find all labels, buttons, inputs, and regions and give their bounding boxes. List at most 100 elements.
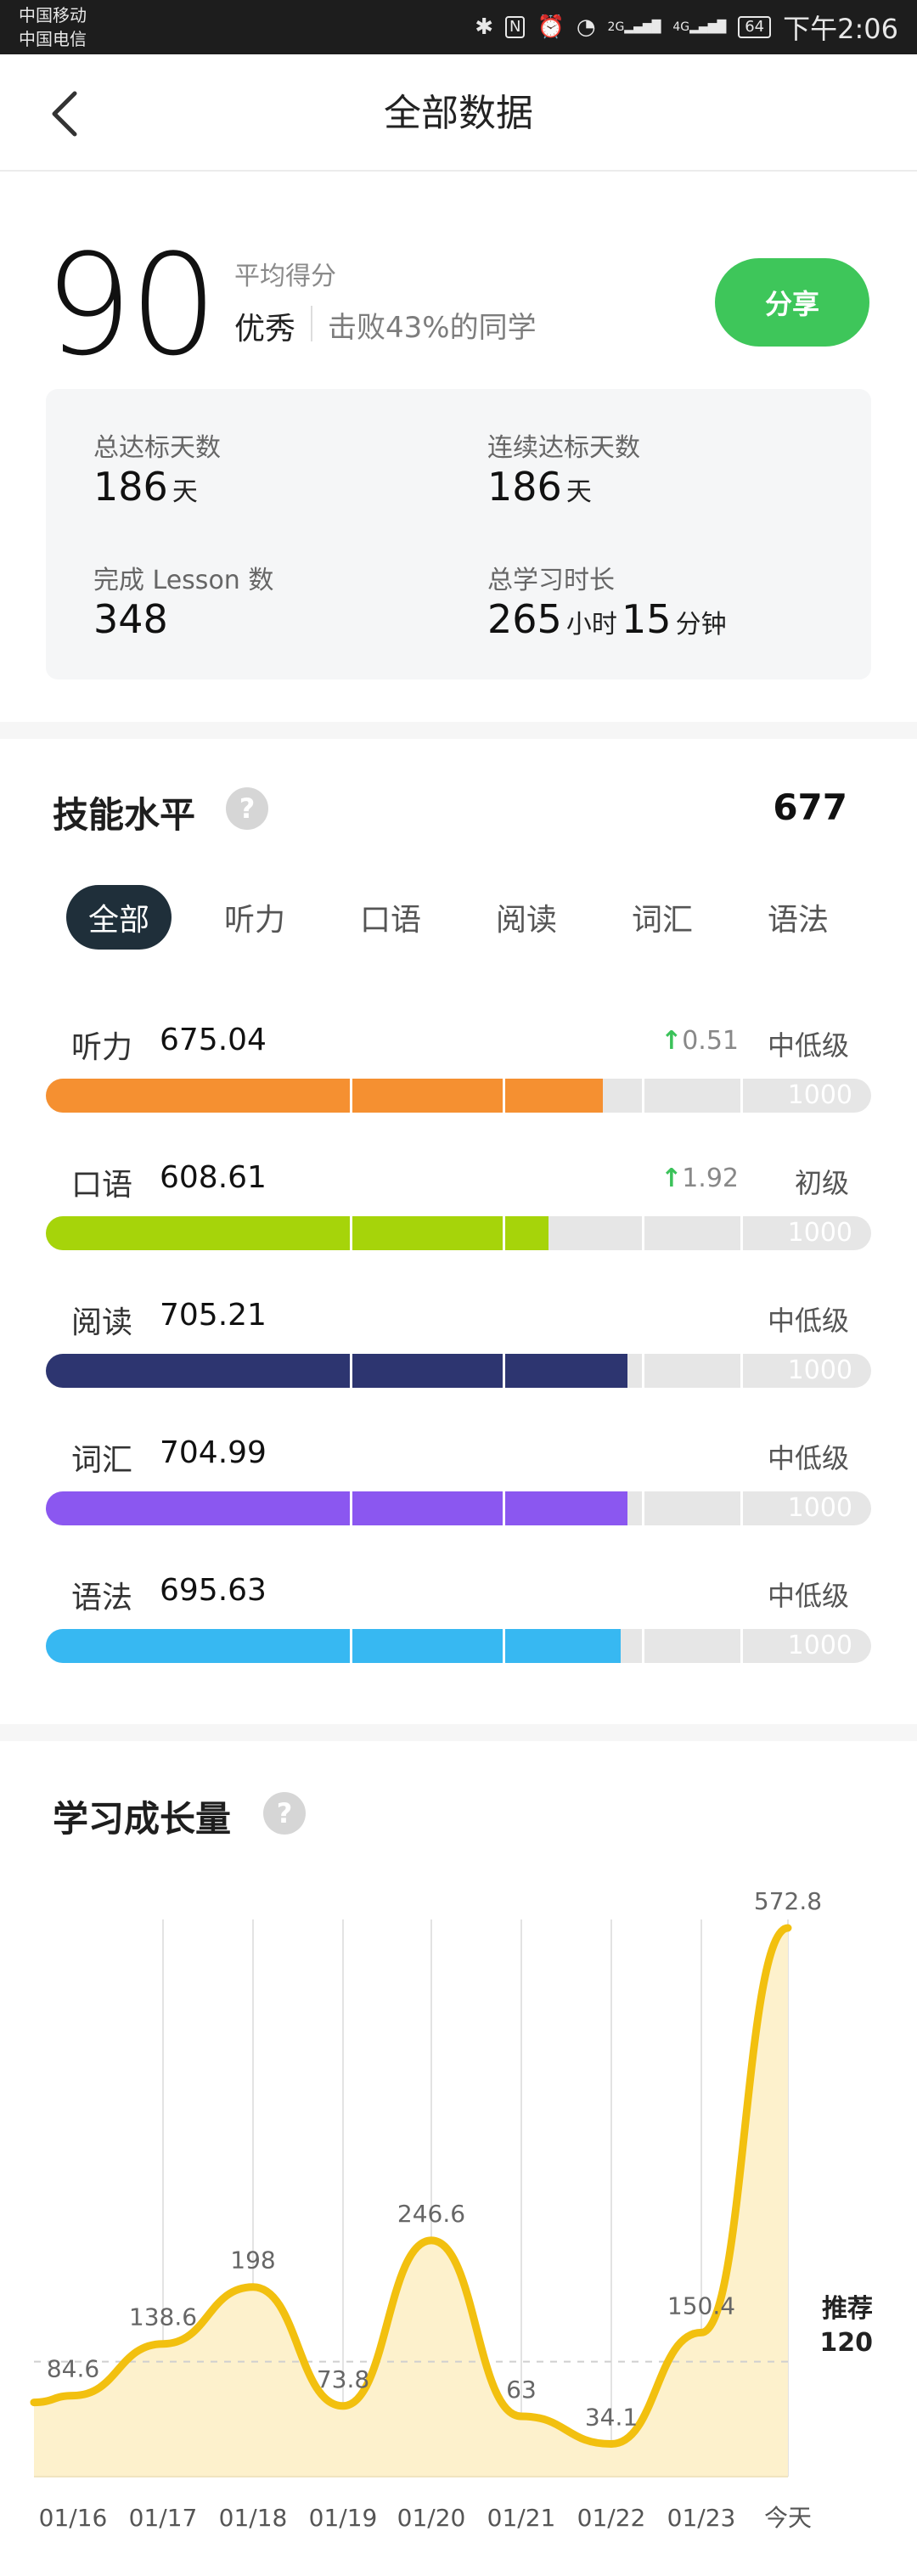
tab-reading[interactable]: 阅读 bbox=[474, 885, 579, 950]
status-bar: 中国移动 中国电信 ✱ N ⏰ ◔ 2G▂▄▆█ 4G▂▄▆█ 64 下午2:0… bbox=[0, 0, 917, 54]
bar-tick bbox=[642, 1629, 644, 1663]
study-time-label: 总学习时长 bbox=[487, 566, 615, 595]
skill-level: 中低级 bbox=[767, 1580, 849, 1612]
signal-2-label: 4G bbox=[672, 20, 690, 34]
tab-vocabulary[interactable]: 词汇 bbox=[610, 885, 715, 950]
skill-score: 705.21 bbox=[160, 1298, 267, 1333]
carrier-2: 中国电信 bbox=[19, 29, 87, 49]
skill-level: 中低级 bbox=[767, 1442, 849, 1474]
data-label: 150.4 bbox=[667, 2291, 735, 2320]
tab-listening[interactable]: 听力 bbox=[202, 885, 307, 950]
growth-title: 学习成长量 bbox=[53, 1798, 232, 1840]
skill-score: 704.99 bbox=[160, 1435, 267, 1470]
data-label: 34.1 bbox=[585, 2404, 638, 2432]
skill-name: 口语 bbox=[71, 1168, 133, 1203]
streak-days-value: 186 bbox=[487, 464, 562, 510]
data-label: 138.6 bbox=[129, 2303, 197, 2331]
skill-score: 608.61 bbox=[160, 1160, 267, 1195]
streak-days-unit: 天 bbox=[565, 477, 592, 507]
skill-level: 中低级 bbox=[767, 1029, 849, 1062]
x-tick-label: 01/20 bbox=[397, 2504, 466, 2532]
section-divider bbox=[0, 722, 917, 739]
skill-progress-bar: 1000 bbox=[46, 1354, 871, 1388]
skill-max-label: 1000 bbox=[787, 1080, 852, 1110]
lessons: 348 bbox=[93, 596, 168, 642]
carrier-1: 中国移动 bbox=[19, 5, 87, 25]
study-time: 265 小时 15 分钟 bbox=[487, 596, 727, 642]
share-button[interactable]: 分享 bbox=[715, 258, 869, 347]
skills-total-score: 677 bbox=[773, 786, 847, 828]
bar-tick bbox=[642, 1354, 644, 1388]
bar-tick bbox=[740, 1079, 743, 1113]
skill-name: 阅读 bbox=[71, 1305, 133, 1340]
skill-max-label: 1000 bbox=[787, 1356, 852, 1385]
skill-delta-value: 1.92 bbox=[682, 1164, 739, 1193]
streak-days: 186 天 bbox=[487, 464, 592, 510]
back-button[interactable] bbox=[42, 88, 93, 139]
bar-tick bbox=[740, 1491, 743, 1525]
study-minutes-value: 15 bbox=[622, 596, 672, 642]
x-tick-label: 今天 bbox=[764, 2504, 812, 2532]
bar-tick bbox=[642, 1079, 644, 1113]
bar-tick bbox=[503, 1216, 505, 1250]
x-tick-label: 01/22 bbox=[577, 2504, 646, 2532]
x-tick-label: 01/17 bbox=[129, 2504, 198, 2532]
bar-tick bbox=[740, 1629, 743, 1663]
skill-level: 初级 bbox=[794, 1167, 849, 1199]
beat-percentage-text: 击败43%的同学 bbox=[328, 311, 537, 345]
recommend-value: 120 bbox=[819, 2328, 873, 2358]
average-score: 90 bbox=[44, 224, 218, 386]
data-label: 63 bbox=[506, 2376, 537, 2404]
total-days-value: 186 bbox=[93, 464, 168, 510]
status-icons: ✱ N ⏰ ◔ 2G▂▄▆█ 4G▂▄▆█ 64 下午2:06 bbox=[475, 0, 898, 54]
bar-tick bbox=[740, 1216, 743, 1250]
arrow-up-icon: ↑ bbox=[661, 1026, 683, 1056]
bar-tick bbox=[503, 1079, 505, 1113]
streak-days-label: 连续达标天数 bbox=[487, 433, 640, 463]
x-tick-label: 01/16 bbox=[39, 2504, 108, 2532]
skill-progress-bar: 1000 bbox=[46, 1216, 871, 1250]
skill-progress-bar: 1000 bbox=[46, 1079, 871, 1113]
bar-tick bbox=[350, 1491, 352, 1525]
skill-name: 词汇 bbox=[71, 1443, 133, 1478]
bar-tick bbox=[350, 1079, 352, 1113]
data-label: 198 bbox=[230, 2246, 275, 2274]
signal-1-label: 2G bbox=[607, 20, 625, 34]
skill-max-label: 1000 bbox=[787, 1631, 852, 1660]
bar-tick bbox=[642, 1216, 644, 1250]
skill-max-label: 1000 bbox=[787, 1493, 852, 1523]
skill-progress-fill bbox=[46, 1216, 549, 1250]
recommend-label: 推荐 bbox=[822, 2294, 873, 2324]
average-score-label: 平均得分 bbox=[234, 262, 336, 291]
skill-level: 中低级 bbox=[767, 1305, 849, 1337]
lessons-label: 完成 Lesson 数 bbox=[93, 566, 274, 595]
tab-speaking[interactable]: 口语 bbox=[338, 885, 443, 950]
data-label: 246.6 bbox=[397, 2200, 465, 2228]
skill-name: 听力 bbox=[71, 1030, 133, 1065]
tab-all[interactable]: 全部 bbox=[66, 885, 172, 950]
bluetooth-icon: ✱ bbox=[475, 14, 493, 40]
skill-progress-bar: 1000 bbox=[46, 1629, 871, 1663]
chevron-left-icon bbox=[52, 91, 77, 137]
data-label: 572.8 bbox=[754, 1887, 822, 1915]
skill-progress-fill bbox=[46, 1629, 621, 1663]
growth-chart: 84.6 138.6 198 73.8 246.6 63 34.1 150.4 572.8 01/… bbox=[30, 1887, 873, 2532]
skill-score: 695.63 bbox=[160, 1573, 267, 1608]
skill-max-label: 1000 bbox=[787, 1218, 852, 1248]
skill-progress-fill bbox=[46, 1354, 628, 1388]
study-hours-value: 265 bbox=[487, 596, 562, 642]
data-label: 73.8 bbox=[317, 2365, 369, 2393]
alarm-icon: ⏰ bbox=[537, 14, 565, 40]
arrow-up-icon: ↑ bbox=[661, 1164, 683, 1193]
clock: 下午2:06 bbox=[783, 13, 898, 45]
growth-help-icon[interactable]: ? bbox=[263, 1792, 306, 1835]
skill-delta: ↑1.92 bbox=[661, 1164, 739, 1193]
total-days: 186 天 bbox=[93, 464, 198, 510]
signal-icon-2: 4G▂▄▆█ bbox=[672, 20, 727, 34]
bar-tick bbox=[503, 1354, 505, 1388]
data-label: 84.6 bbox=[47, 2355, 99, 2383]
tab-grammar[interactable]: 语法 bbox=[745, 885, 851, 950]
bar-tick bbox=[740, 1354, 743, 1388]
skills-help-icon[interactable]: ? bbox=[226, 787, 268, 830]
lessons-value: 348 bbox=[93, 596, 168, 642]
